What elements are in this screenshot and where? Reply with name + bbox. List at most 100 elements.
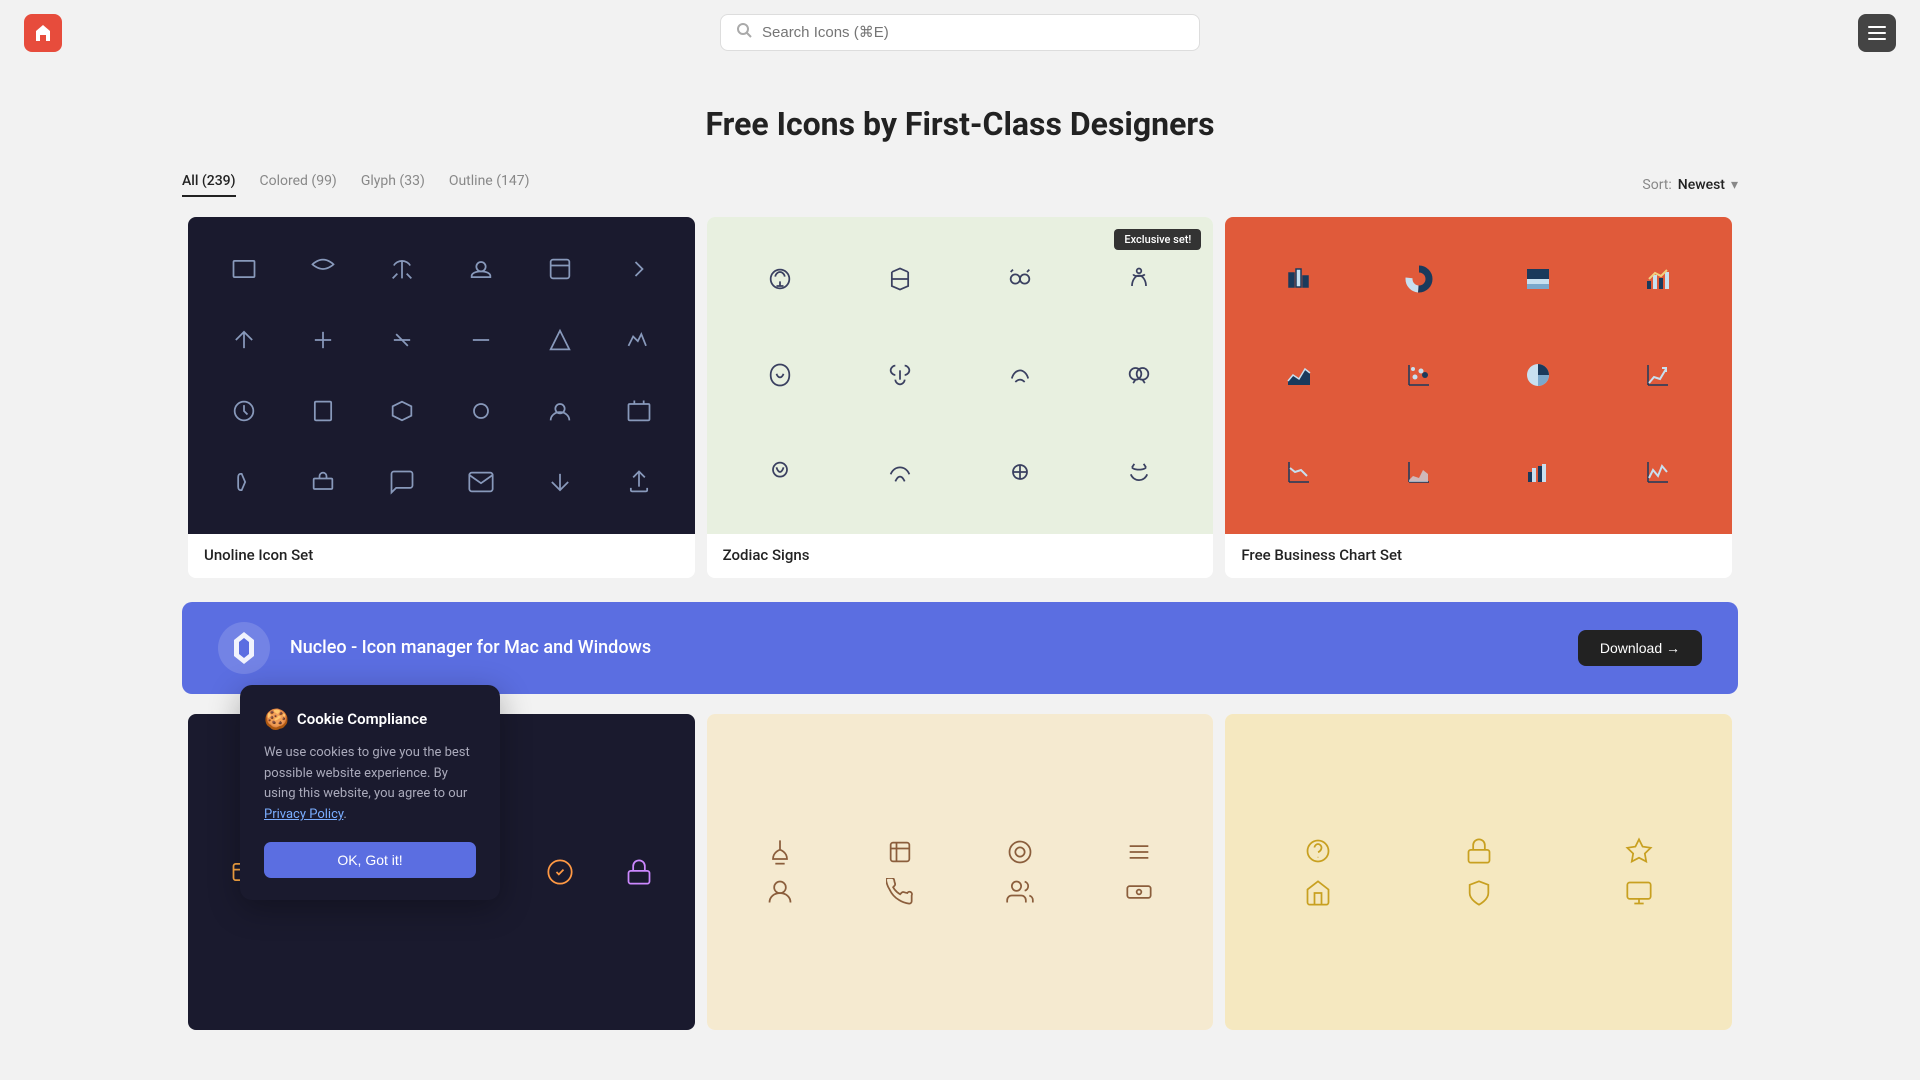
- cookie-emoji: 🍪: [264, 707, 289, 731]
- card-zodiac[interactable]: Exclusive set! Zodiac Signs: [707, 217, 1214, 578]
- card-row2-peach[interactable]: [707, 714, 1214, 1031]
- mini-icon: [966, 838, 1074, 866]
- search-bar[interactable]: [720, 14, 1200, 51]
- nucleo-logo: [218, 622, 270, 674]
- mini-icon: [366, 379, 437, 442]
- mini-icon: [366, 450, 437, 513]
- mini-icon: [727, 878, 835, 906]
- mini-icon: [287, 308, 358, 371]
- card-label-business-chart: Free Business Chart Set: [1225, 534, 1732, 578]
- mini-icon: [524, 450, 595, 513]
- cookie-title-row: 🍪 Cookie Compliance: [264, 707, 476, 731]
- mini-icon: [445, 379, 516, 442]
- search-input[interactable]: [762, 24, 1183, 41]
- mini-icon-zodiac: [966, 237, 1074, 321]
- cookie-title: Cookie Compliance: [297, 710, 427, 728]
- tabs: All (239) Colored (99) Glyph (33) Outlin…: [182, 173, 529, 197]
- mini-icon: [846, 838, 954, 866]
- mini-icon: [604, 237, 675, 300]
- mini-icon-zodiac: [1086, 333, 1194, 417]
- menu-line: [1868, 26, 1886, 28]
- mini-icon-chart: [1365, 237, 1473, 321]
- cookie-body: We use cookies to give you the best poss…: [264, 743, 476, 826]
- tab-glyph[interactable]: Glyph (33): [361, 173, 425, 197]
- mini-icon-chart: [1604, 333, 1712, 417]
- card-business-chart[interactable]: Free Business Chart Set: [1225, 217, 1732, 578]
- card-label-unoline: Unoline Icon Set: [188, 534, 695, 578]
- mini-icon: [287, 237, 358, 300]
- mini-icon-zodiac: [1086, 429, 1194, 513]
- mini-icon-chart: [1604, 237, 1712, 321]
- mini-icon-chart: [1365, 429, 1473, 513]
- menu-button[interactable]: [1858, 14, 1896, 52]
- cookie-ok-button[interactable]: OK, Got it!: [264, 842, 476, 878]
- mini-icon-zodiac: [846, 333, 954, 417]
- privacy-policy-link[interactable]: Privacy Policy: [264, 807, 343, 822]
- sort-control: Sort: Newest ▾: [1642, 177, 1738, 193]
- mini-icon-zodiac: [966, 429, 1074, 513]
- page-title: Free Icons by First-Class Designers: [0, 105, 1920, 143]
- mini-icon: [604, 858, 675, 886]
- mini-icon: [208, 308, 279, 371]
- tab-outline[interactable]: Outline (147): [449, 173, 530, 197]
- logo[interactable]: [24, 14, 62, 52]
- download-button[interactable]: Download →: [1578, 630, 1702, 666]
- mini-icon: [524, 237, 595, 300]
- mini-icon-chart: [1485, 333, 1593, 417]
- mini-icon: [366, 237, 437, 300]
- mini-icon: [604, 450, 675, 513]
- tab-colored[interactable]: Colored (99): [260, 173, 337, 197]
- nucleo-banner: Nucleo - Icon manager for Mac and Window…: [182, 602, 1738, 694]
- mini-icon-zodiac: [727, 429, 835, 513]
- page-title-section: Free Icons by First-Class Designers: [0, 65, 1920, 173]
- card-image-unoline: [188, 217, 695, 534]
- exclusive-badge: Exclusive set!: [1114, 229, 1201, 250]
- mini-icon: [287, 450, 358, 513]
- mini-icon: [604, 308, 675, 371]
- icon-grid-row1: Unoline Icon Set Exclusive set! Zodiac S…: [0, 217, 1920, 590]
- mini-icon: [287, 379, 358, 442]
- card-image-row2-gold: [1225, 714, 1732, 1031]
- mini-icon-zodiac: [727, 333, 835, 417]
- mini-icon: [208, 379, 279, 442]
- mini-icon: [1566, 837, 1712, 865]
- mini-icon-chart: [1245, 333, 1353, 417]
- cookie-modal: 🍪 Cookie Compliance We use cookies to gi…: [240, 685, 500, 900]
- mini-icon: [445, 237, 516, 300]
- card-image-business-chart: [1225, 217, 1732, 534]
- mini-icon: [1245, 837, 1391, 865]
- mini-icon-zodiac: [846, 429, 954, 513]
- mini-icon: [846, 878, 954, 906]
- mini-icon: [524, 858, 595, 886]
- sort-value[interactable]: Newest: [1678, 177, 1725, 193]
- menu-line: [1868, 38, 1886, 40]
- mini-icon: [1245, 879, 1391, 907]
- mini-icon-zodiac: [727, 237, 835, 321]
- header: [0, 0, 1920, 65]
- search-icon: [737, 23, 752, 42]
- mini-icon-chart: [1365, 333, 1473, 417]
- mini-icon-chart: [1245, 429, 1353, 513]
- mini-icon: [604, 379, 675, 442]
- mini-icon-chart: [1485, 237, 1593, 321]
- mini-icon: [445, 308, 516, 371]
- mini-icon: [208, 237, 279, 300]
- card-row2-gold[interactable]: [1225, 714, 1732, 1031]
- tab-all[interactable]: All (239): [182, 173, 236, 197]
- tabs-row: All (239) Colored (99) Glyph (33) Outlin…: [0, 173, 1920, 197]
- mini-icon: [524, 379, 595, 442]
- mini-icon: [1406, 879, 1552, 907]
- card-label-zodiac: Zodiac Signs: [707, 534, 1214, 578]
- mini-icon-zodiac: [966, 333, 1074, 417]
- mini-icon-chart: [1245, 237, 1353, 321]
- mini-icon: [727, 838, 835, 866]
- card-image-zodiac: Exclusive set!: [707, 217, 1214, 534]
- mini-icon: [1566, 879, 1712, 907]
- card-unoline[interactable]: Unoline Icon Set: [188, 217, 695, 578]
- sort-label: Sort:: [1642, 177, 1671, 193]
- mini-icon: [524, 308, 595, 371]
- mini-icon: [208, 450, 279, 513]
- mini-icon: [1086, 878, 1194, 906]
- mini-icon: [966, 878, 1074, 906]
- mini-icon-zodiac: [846, 237, 954, 321]
